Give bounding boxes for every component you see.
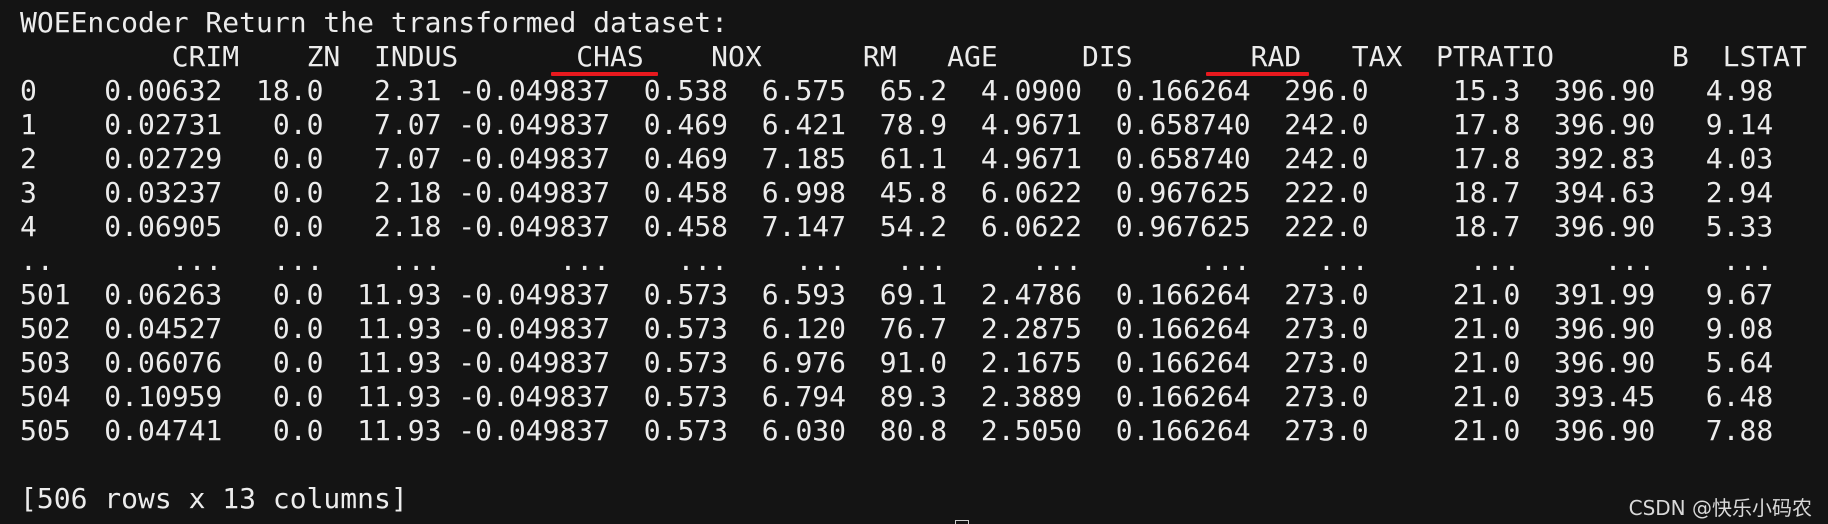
table-row: 4 0.06905 0.0 2.18 -0.049837 0.458 7.147… — [20, 210, 1774, 243]
ellipsis-row: .. ... ... ... ... ... ... ... ... ... .… — [20, 244, 1774, 277]
table-row: 502 0.04527 0.0 11.93 -0.049837 0.573 6.… — [20, 312, 1774, 345]
text-cursor — [955, 520, 969, 524]
csdn-watermark: CSDN @快乐小码农 — [1628, 496, 1812, 520]
table-row: 2 0.02729 0.0 7.07 -0.049837 0.469 7.185… — [20, 142, 1774, 175]
table-row: 1 0.02731 0.0 7.07 -0.049837 0.469 6.421… — [20, 108, 1774, 141]
table-row: 504 0.10959 0.0 11.93 -0.049837 0.573 6.… — [20, 380, 1774, 413]
shape-summary: [506 rows x 13 columns] — [20, 482, 408, 515]
table-row: 3 0.03237 0.0 2.18 -0.049837 0.458 6.998… — [20, 176, 1774, 209]
terminal-window[interactable]: WOEEncoder Return the transformed datase… — [0, 0, 1828, 524]
column-header-row: CRIM ZN INDUS CHAS NOX RM AGE DIS RAD TA… — [20, 40, 1807, 73]
table-row: 501 0.06263 0.0 11.93 -0.049837 0.573 6.… — [20, 278, 1774, 311]
table-row: 505 0.04741 0.0 11.93 -0.049837 0.573 6.… — [20, 414, 1774, 447]
table-row: 0 0.00632 18.0 2.31 -0.049837 0.538 6.57… — [20, 74, 1774, 107]
table-row: 503 0.06076 0.0 11.93 -0.049837 0.573 6.… — [20, 346, 1774, 379]
output-header: WOEEncoder Return the transformed datase… — [20, 6, 729, 39]
